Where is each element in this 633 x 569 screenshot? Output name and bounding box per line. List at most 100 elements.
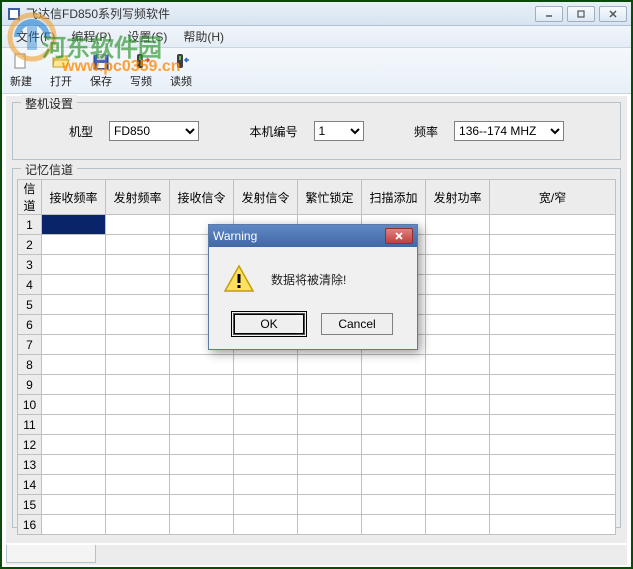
row-header[interactable]: 5 [18,295,42,315]
table-cell[interactable] [490,355,616,375]
toolbar-read-button[interactable]: 读频 [166,50,196,91]
table-cell[interactable] [234,515,298,535]
table-cell[interactable] [234,355,298,375]
table-cell[interactable] [234,455,298,475]
table-cell[interactable] [362,375,426,395]
dialog-close-button[interactable] [385,228,413,244]
table-cell[interactable] [106,215,170,235]
table-cell[interactable] [106,415,170,435]
table-cell[interactable] [106,275,170,295]
column-header[interactable]: 繁忙锁定 [298,180,362,215]
table-cell[interactable] [490,315,616,335]
table-row[interactable]: 15 [18,495,616,515]
table-cell[interactable] [362,415,426,435]
table-cell[interactable] [490,395,616,415]
table-cell[interactable] [170,355,234,375]
table-cell[interactable] [490,255,616,275]
table-cell[interactable] [362,495,426,515]
dialog-ok-button[interactable]: OK [233,313,305,335]
row-header[interactable]: 9 [18,375,42,395]
table-row[interactable]: 16 [18,515,616,535]
menu-file[interactable]: 文件(F) [8,26,63,47]
table-cell[interactable] [426,475,490,495]
table-cell[interactable] [42,355,106,375]
table-cell[interactable] [490,475,616,495]
table-cell[interactable] [490,515,616,535]
table-cell[interactable] [426,495,490,515]
table-cell[interactable] [298,375,362,395]
table-cell[interactable] [106,315,170,335]
table-cell[interactable] [426,335,490,355]
table-cell[interactable] [426,415,490,435]
table-cell[interactable] [298,475,362,495]
table-cell[interactable] [170,495,234,515]
table-cell[interactable] [170,415,234,435]
table-row[interactable]: 12 [18,435,616,455]
table-cell[interactable] [490,495,616,515]
table-cell[interactable] [490,215,616,235]
row-header[interactable]: 12 [18,435,42,455]
row-header[interactable]: 14 [18,475,42,495]
table-cell[interactable] [490,295,616,315]
table-cell[interactable] [234,435,298,455]
table-cell[interactable] [42,275,106,295]
table-cell[interactable] [42,335,106,355]
table-cell[interactable] [42,295,106,315]
table-cell[interactable] [426,295,490,315]
table-cell[interactable] [362,455,426,475]
table-cell[interactable] [298,355,362,375]
column-header[interactable]: 发射功率 [426,180,490,215]
row-header[interactable]: 7 [18,335,42,355]
table-cell[interactable] [42,455,106,475]
menu-help[interactable]: 帮助(H) [175,26,232,47]
table-cell[interactable] [42,315,106,335]
table-cell[interactable] [426,435,490,455]
table-cell[interactable] [106,515,170,535]
row-header[interactable]: 4 [18,275,42,295]
row-header[interactable]: 1 [18,215,42,235]
table-cell[interactable] [170,375,234,395]
table-cell[interactable] [42,395,106,415]
table-cell[interactable] [234,495,298,515]
table-cell[interactable] [42,435,106,455]
table-cell[interactable] [170,455,234,475]
column-header[interactable]: 接收信令 [170,180,234,215]
table-cell[interactable] [426,215,490,235]
dialog-titlebar[interactable]: Warning [209,225,417,247]
table-cell[interactable] [106,235,170,255]
table-cell[interactable] [234,375,298,395]
toolbar-write-button[interactable]: 写频 [126,50,156,91]
table-cell[interactable] [106,335,170,355]
table-cell[interactable] [106,395,170,415]
column-header[interactable]: 接收频率 [42,180,106,215]
table-cell[interactable] [106,475,170,495]
table-cell[interactable] [170,475,234,495]
menu-edit[interactable]: 编程(P) [63,26,119,47]
row-header[interactable]: 3 [18,255,42,275]
table-cell[interactable] [106,455,170,475]
table-cell[interactable] [490,415,616,435]
table-cell[interactable] [42,255,106,275]
row-header[interactable]: 2 [18,235,42,255]
row-header[interactable]: 8 [18,355,42,375]
table-cell[interactable] [106,375,170,395]
table-cell[interactable] [426,455,490,475]
table-cell[interactable] [362,355,426,375]
table-cell[interactable] [490,455,616,475]
row-header[interactable]: 11 [18,415,42,435]
table-cell[interactable] [106,295,170,315]
column-header[interactable]: 发射频率 [106,180,170,215]
column-header[interactable]: 发射信令 [234,180,298,215]
table-cell[interactable] [490,235,616,255]
table-cell[interactable] [426,355,490,375]
toolbar-new-button[interactable]: 新建 [6,50,36,91]
table-cell[interactable] [490,435,616,455]
table-cell[interactable] [490,375,616,395]
table-cell[interactable] [42,375,106,395]
table-cell[interactable] [426,395,490,415]
column-header[interactable]: 宽/窄 [490,180,616,215]
table-cell[interactable] [490,335,616,355]
table-cell[interactable] [426,515,490,535]
maximize-button[interactable] [567,6,595,22]
dialog-cancel-button[interactable]: Cancel [321,313,393,335]
